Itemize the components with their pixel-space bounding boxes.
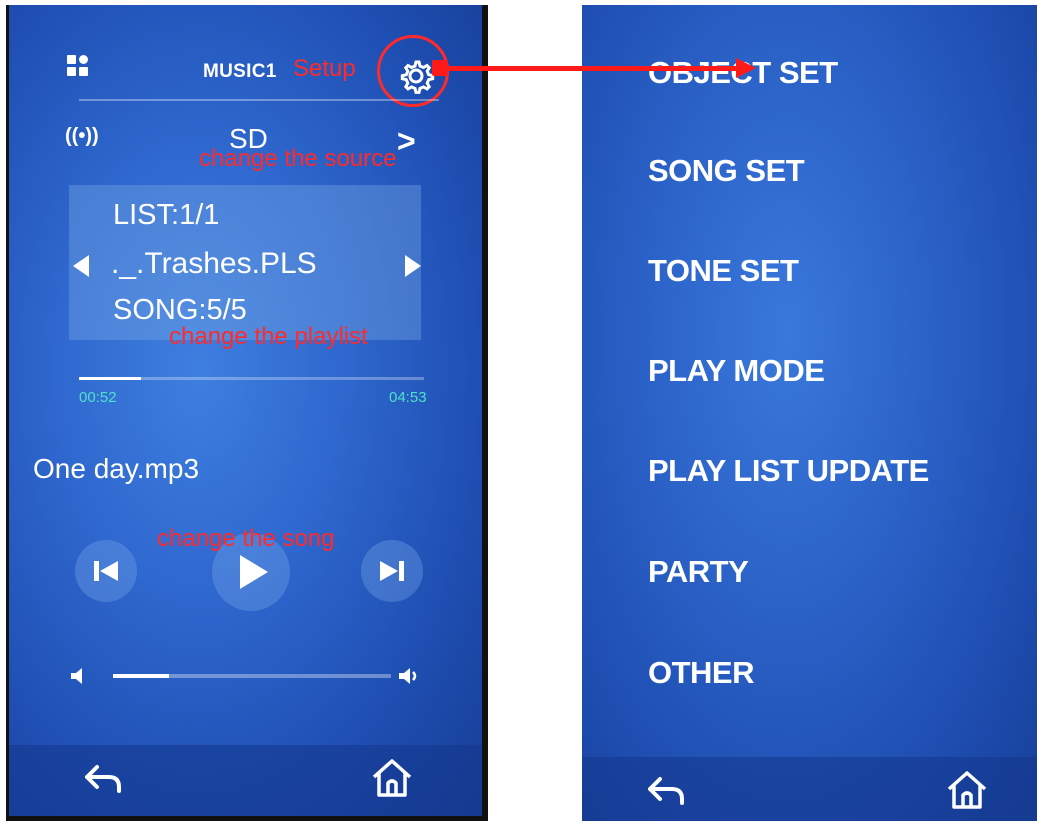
menu-item-play-list-update[interactable]: PLAY LIST UPDATE (648, 453, 929, 489)
arrow-annotation (440, 66, 740, 71)
song-title: One day.mp3 (33, 453, 200, 484)
volume-high-icon[interactable] (397, 665, 423, 687)
header-divider (79, 99, 439, 101)
home-icon[interactable] (369, 755, 415, 801)
grid-icon[interactable] (67, 55, 89, 77)
radio-signal-icon[interactable]: ((•)) (65, 125, 99, 148)
total-time: 04:53 (389, 389, 427, 406)
playlist-annotation: change the playlist (169, 323, 368, 350)
menu-item-other[interactable]: OTHER (648, 655, 755, 691)
menu-item-tone-set[interactable]: TONE SET (648, 253, 799, 289)
volume-fill (113, 674, 169, 678)
menu-item-party[interactable]: PARTY (648, 554, 749, 590)
source-next-button[interactable]: > (397, 123, 416, 160)
home-icon[interactable] (944, 767, 990, 813)
progress-fill (79, 377, 142, 380)
next-track-button[interactable] (361, 540, 423, 602)
volume-low-icon[interactable] (69, 665, 91, 687)
list-counter: LIST:1/1 (113, 199, 220, 231)
playlist-file-name: ._.Trashes.PLS (111, 247, 317, 280)
arrow-head-annotation (736, 58, 756, 78)
setup-annotation: Setup (293, 55, 356, 82)
back-icon[interactable] (644, 769, 690, 815)
song-annotation: change the song (157, 525, 335, 552)
music-player-screen: MUSIC1 Setup ((•)) SD > change the sourc… (6, 5, 488, 821)
menu-item-play-mode[interactable]: PLAY MODE (648, 353, 825, 389)
next-track-icon (380, 561, 404, 581)
prev-playlist-icon[interactable] (73, 255, 89, 277)
page-title: MUSIC1 (203, 61, 277, 82)
next-playlist-icon[interactable] (405, 255, 421, 277)
prev-track-icon (94, 561, 118, 581)
progress-bar[interactable] (79, 377, 424, 380)
prev-track-button[interactable] (75, 540, 137, 602)
back-icon[interactable] (81, 757, 127, 803)
source-annotation: change the source (199, 145, 397, 172)
elapsed-time: 00:52 (79, 389, 117, 406)
setup-menu-screen: OBJECT SET SONG SET TONE SET PLAY MODE P… (582, 5, 1037, 821)
volume-slider[interactable] (113, 674, 391, 678)
menu-item-song-set[interactable]: SONG SET (648, 153, 805, 189)
